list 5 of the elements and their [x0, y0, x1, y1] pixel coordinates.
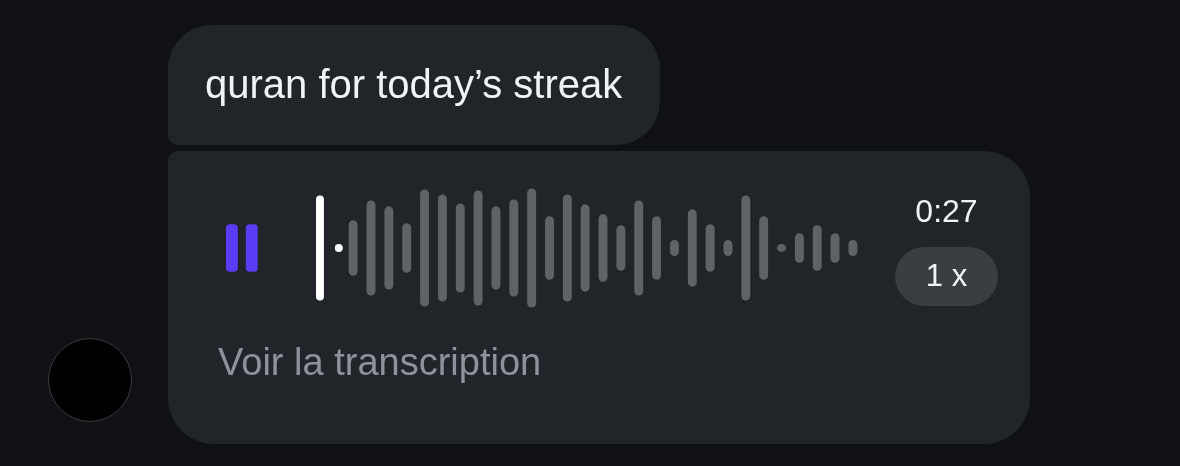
message-bubble: quran for today’s streak [168, 25, 661, 145]
duration-label: 0:27 [915, 191, 978, 231]
transcription-link[interactable]: Voir la transcription [218, 340, 998, 384]
pause-icon[interactable] [224, 223, 260, 273]
speed-button[interactable]: 1 x [895, 246, 998, 306]
